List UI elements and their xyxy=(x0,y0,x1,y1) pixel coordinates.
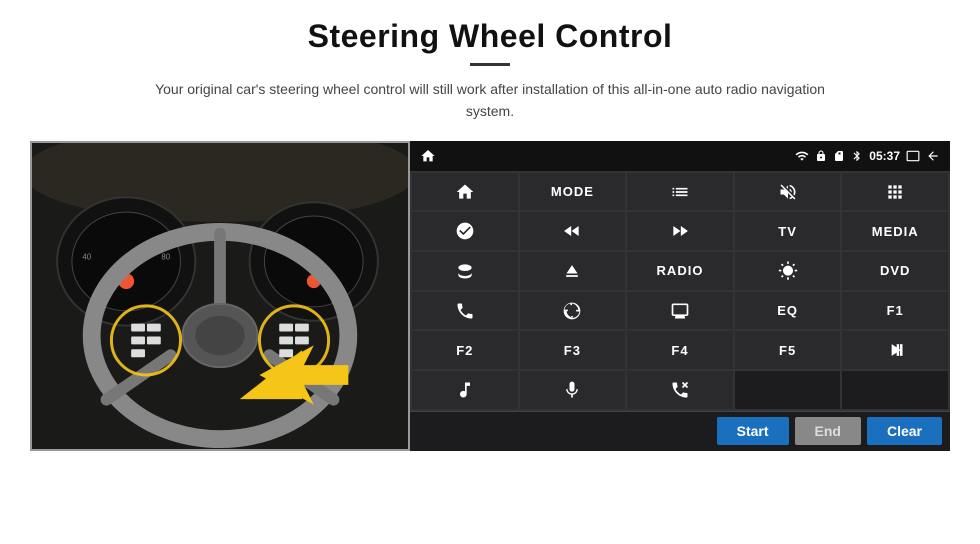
back-icon xyxy=(926,149,940,163)
status-bar-right: 05:37 xyxy=(795,149,940,163)
grid-btn-r4c1[interactable] xyxy=(412,292,518,330)
grid-btn-r3c4[interactable] xyxy=(735,252,841,290)
grid-btn-r3c5[interactable]: DVD xyxy=(842,252,948,290)
status-bar-left xyxy=(420,148,436,164)
status-bar: 05:37 xyxy=(410,141,950,171)
content-area: 60 40 80 3 xyxy=(30,141,950,451)
home-status-icon xyxy=(420,148,436,164)
grid-btn-r1c3[interactable] xyxy=(627,173,733,211)
grid-btn-r2c4[interactable]: TV xyxy=(735,212,841,250)
clear-button[interactable]: Clear xyxy=(867,417,942,445)
grid-btn-r5c5[interactable] xyxy=(842,331,948,369)
svg-text:40: 40 xyxy=(82,252,91,261)
start-button[interactable]: Start xyxy=(717,417,789,445)
grid-btn-r2c5[interactable]: MEDIA xyxy=(842,212,948,250)
grid-btn-r5c4[interactable]: F5 xyxy=(735,331,841,369)
title-divider xyxy=(470,63,510,66)
grid-btn-r1c5[interactable] xyxy=(842,173,948,211)
bottom-bar: Start End Clear xyxy=(410,411,950,451)
grid-btn-r6c1[interactable] xyxy=(412,371,518,409)
wifi-icon xyxy=(795,149,809,163)
grid-btn-r6c5[interactable] xyxy=(842,371,948,409)
grid-btn-r1c2[interactable]: MODE xyxy=(520,173,626,211)
page-subtitle: Your original car's steering wheel contr… xyxy=(140,78,840,123)
grid-btn-r2c2[interactable] xyxy=(520,212,626,250)
grid-btn-r5c2[interactable]: F3 xyxy=(520,331,626,369)
main-page: Steering Wheel Control Your original car… xyxy=(0,0,980,544)
screen-icon xyxy=(906,149,920,163)
grid-btn-r4c2[interactable] xyxy=(520,292,626,330)
lock-icon xyxy=(815,150,827,162)
grid-btn-r6c2[interactable] xyxy=(520,371,626,409)
grid-btn-r6c3[interactable] xyxy=(627,371,733,409)
page-title: Steering Wheel Control xyxy=(308,18,673,55)
steering-wheel-image: 60 40 80 3 xyxy=(30,141,410,451)
grid-btn-r5c1[interactable]: F2 xyxy=(412,331,518,369)
grid-btn-r5c3[interactable]: F4 xyxy=(627,331,733,369)
grid-btn-r2c1[interactable] xyxy=(412,212,518,250)
grid-btn-r4c5[interactable]: F1 xyxy=(842,292,948,330)
grid-btn-r4c4[interactable]: EQ xyxy=(735,292,841,330)
sd-icon xyxy=(833,150,845,162)
button-grid: MODE TVMEDIA RADIO DVDEQF1 F2F3F4F5 xyxy=(410,171,950,411)
grid-btn-r4c3[interactable] xyxy=(627,292,733,330)
grid-btn-r6c4[interactable] xyxy=(735,371,841,409)
android-panel: 05:37 MODE TVMEDIA RADIO DVDEQF1 F2F3F4F5 St… xyxy=(410,141,950,451)
grid-btn-r1c4[interactable] xyxy=(735,173,841,211)
grid-btn-r2c3[interactable] xyxy=(627,212,733,250)
grid-btn-r3c2[interactable] xyxy=(520,252,626,290)
grid-btn-r3c3[interactable]: RADIO xyxy=(627,252,733,290)
grid-btn-r3c1[interactable] xyxy=(412,252,518,290)
status-time: 05:37 xyxy=(869,149,900,163)
bluetooth-icon xyxy=(851,150,863,162)
grid-btn-r1c1[interactable] xyxy=(412,173,518,211)
end-button[interactable]: End xyxy=(795,417,861,445)
svg-text:80: 80 xyxy=(161,252,170,261)
